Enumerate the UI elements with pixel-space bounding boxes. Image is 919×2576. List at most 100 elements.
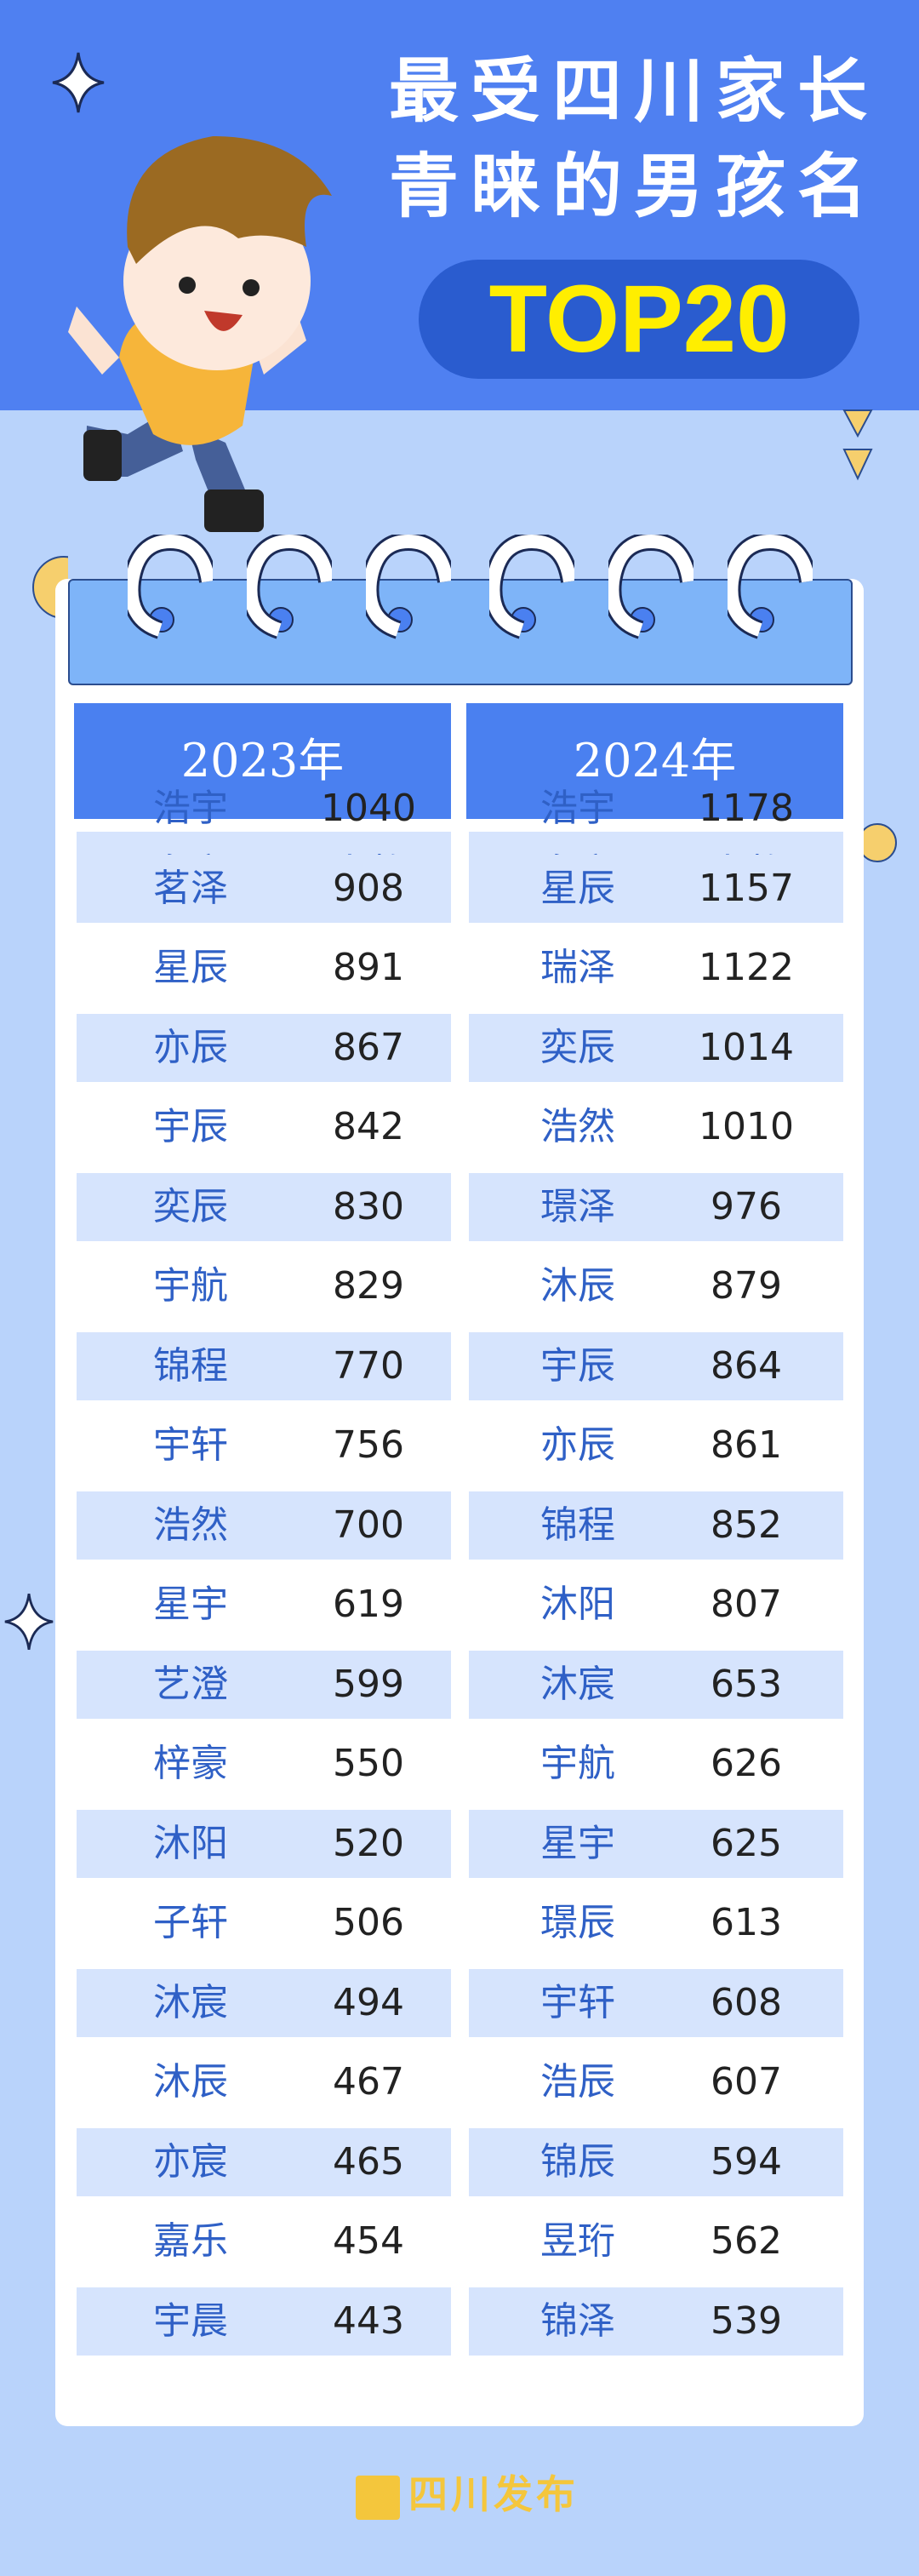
table-row: 艺澄 599: [77, 1650, 451, 1719]
count-cell: 494: [333, 1980, 404, 2024]
count-cell: 976: [711, 1184, 782, 1228]
count-cell: 1014: [699, 1025, 794, 1069]
name-cell: 浩宇: [153, 787, 228, 830]
name-cell: 沐宸: [540, 1662, 615, 1706]
count-cell: 653: [711, 1662, 782, 1706]
name-cell: 沐宸: [153, 1980, 228, 2024]
name-cell: 宇辰: [540, 1343, 615, 1388]
name-cell: 星辰: [153, 946, 228, 989]
count-cell: 520: [333, 1821, 404, 1865]
count-cell: 770: [333, 1343, 404, 1388]
name-cell: 星宇: [153, 1583, 228, 1626]
name-cell: 星辰: [540, 866, 615, 910]
name-cell: 亦辰: [153, 1025, 228, 1069]
name-cell: 宇晨: [153, 2298, 228, 2343]
count-cell: 1040: [321, 787, 416, 830]
count-cell: 700: [333, 1503, 404, 1547]
page-title: 最受四川家长 青睐的男孩名: [387, 44, 881, 235]
table-row: 锦程 852: [469, 1491, 843, 1560]
table-row: 锦程 770: [77, 1331, 451, 1400]
name-cell: 锦辰: [540, 2139, 615, 2184]
table-row: 星辰 1157: [469, 854, 843, 923]
name-cell: 璟辰: [540, 1901, 615, 1944]
table-row: 沐宸 494: [77, 1968, 451, 2037]
table-row: 锦辰 594: [469, 2127, 843, 2196]
name-cell: 锦程: [153, 1343, 228, 1388]
table-row: 浩然 1010: [469, 1093, 843, 1161]
name-cell: 宇航: [540, 1742, 615, 1785]
count-cell: 864: [711, 1343, 782, 1388]
table-row: 沐辰 879: [469, 1252, 843, 1320]
top20-badge: TOP20: [419, 260, 859, 379]
count-cell: 879: [711, 1264, 782, 1308]
table-row: 浩然 700: [77, 1491, 451, 1560]
count-cell: 842: [333, 1105, 404, 1148]
count-cell: 443: [333, 2298, 404, 2343]
seal-logo: [356, 2475, 400, 2520]
footer-logo: 四川发布: [356, 2469, 579, 2520]
binder-ring-icon: [366, 535, 451, 639]
sparkle-icon: [4, 1593, 54, 1651]
name-cell: 梓豪: [153, 1742, 228, 1785]
count-cell: 467: [333, 2060, 404, 2104]
name-cell: 浩然: [153, 1503, 228, 1547]
table-row: 浩辰 607: [469, 2048, 843, 2116]
table-row: 亦宸 465: [77, 2127, 451, 2196]
table-row: 子轩 506: [77, 1889, 451, 1957]
count-cell: 539: [711, 2298, 782, 2343]
count-cell: 861: [711, 1423, 782, 1467]
name-cell: 宇辰: [153, 1105, 228, 1148]
table-row: 奕辰 1014: [469, 1013, 843, 1082]
count-cell: 891: [333, 946, 404, 989]
binder-ring-icon: [247, 535, 332, 639]
count-cell: 829: [333, 1264, 404, 1308]
table-row: 星宇 625: [469, 1809, 843, 1878]
name-cell: 璟泽: [540, 1184, 615, 1228]
count-cell: 908: [333, 866, 404, 910]
name-cell: 浩宇: [540, 787, 615, 830]
table-row: 宇辰 864: [469, 1331, 843, 1400]
table-row: 锦泽 539: [469, 2287, 843, 2356]
name-cell: 宇航: [153, 1264, 228, 1308]
binder-ring-icon: [728, 535, 813, 639]
name-cell: 锦程: [540, 1503, 615, 1547]
name-cell: 瑞泽: [540, 946, 615, 989]
table-row: 亦辰 861: [469, 1411, 843, 1480]
boy-illustration: [68, 136, 332, 532]
table-row: 星宇 619: [77, 1571, 451, 1639]
name-cell: 昱珩: [540, 2219, 615, 2263]
count-cell: 599: [333, 1662, 404, 1706]
name-cell: 沐辰: [540, 1264, 615, 1308]
count-cell: 619: [333, 1583, 404, 1626]
count-cell: 807: [711, 1583, 782, 1626]
name-cell: 茗泽: [153, 866, 228, 910]
binder-ring-icon: [128, 535, 213, 639]
name-cell: 沐辰: [153, 2060, 228, 2104]
count-cell: 756: [333, 1423, 404, 1467]
table-row: 宇航 626: [469, 1730, 843, 1798]
table-row: 浩宇 1178: [469, 775, 843, 843]
footer-brand: 四川发布: [408, 2471, 579, 2517]
count-cell: 1122: [699, 946, 794, 989]
table-row: 宇航 829: [77, 1252, 451, 1320]
table-row: 瑞泽 1122: [469, 934, 843, 1002]
table-row: 璟泽 976: [469, 1172, 843, 1241]
table-row: 茗泽 908: [77, 854, 451, 923]
name-cell: 亦辰: [540, 1423, 615, 1467]
table-row: 宇辰 842: [77, 1093, 451, 1161]
count-cell: 625: [711, 1821, 782, 1865]
count-cell: 852: [711, 1503, 782, 1547]
count-cell: 550: [333, 1742, 404, 1785]
name-cell: 宇轩: [153, 1423, 228, 1467]
table-row: 宇轩 756: [77, 1411, 451, 1480]
name-cell: 嘉乐: [153, 2219, 228, 2263]
count-cell: 594: [711, 2139, 782, 2184]
table-row: 沐宸 653: [469, 1650, 843, 1719]
name-cell: 奕辰: [540, 1025, 615, 1069]
count-cell: 830: [333, 1184, 404, 1228]
count-cell: 454: [333, 2219, 404, 2263]
name-cell: 子轩: [153, 1901, 228, 1944]
name-cell: 宇轩: [540, 1980, 615, 2024]
count-cell: 1178: [699, 787, 794, 830]
name-cell: 亦宸: [153, 2139, 228, 2184]
